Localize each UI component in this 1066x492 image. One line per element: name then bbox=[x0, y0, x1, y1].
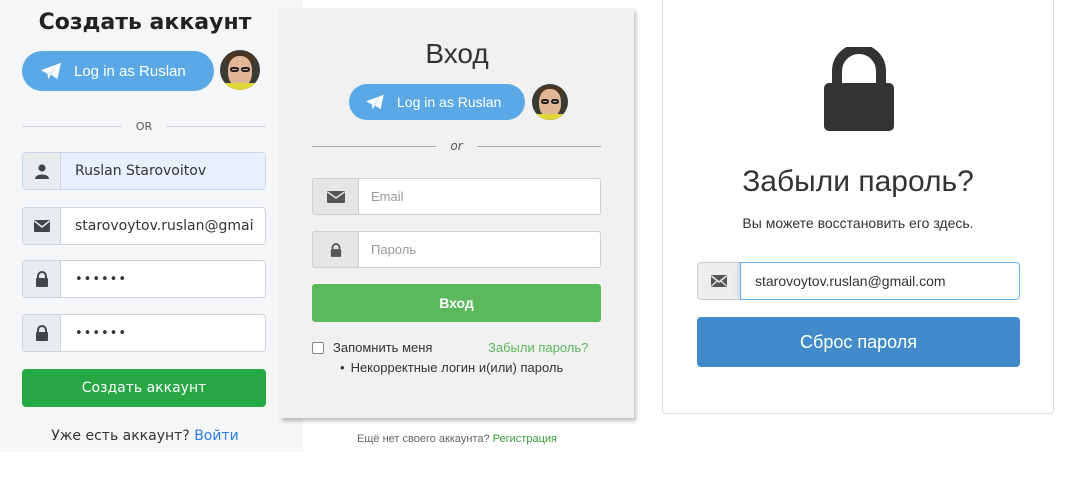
telegram-login-label: Log in as Ruslan bbox=[74, 62, 186, 80]
envelope-icon bbox=[697, 262, 740, 300]
or-divider: or bbox=[312, 139, 601, 153]
signup-panel: Создать аккаунт Log in as Ruslan OR Rusl… bbox=[0, 0, 303, 452]
user-icon bbox=[23, 153, 61, 189]
login-panel: Вход Log in as Ruslan or Email Пароль Вх… bbox=[280, 8, 634, 418]
telegram-login-button[interactable]: Log in as Ruslan bbox=[22, 51, 214, 91]
password-input-group: Пароль bbox=[312, 231, 601, 268]
login-link[interactable]: Войти bbox=[194, 428, 239, 444]
password-input-group: •••••• bbox=[22, 260, 266, 298]
telegram-plane-icon bbox=[41, 62, 61, 80]
reset-panel: Забыли пароль? Вы можете восстановить ег… bbox=[662, 0, 1054, 414]
avatar bbox=[220, 50, 260, 90]
register-link[interactable]: Регистрация bbox=[493, 433, 557, 445]
forgot-password-link[interactable]: Забыли пароль? bbox=[488, 340, 588, 355]
or-divider: OR bbox=[22, 120, 266, 133]
lock-icon bbox=[313, 232, 359, 267]
lock-icon bbox=[23, 315, 61, 351]
envelope-icon bbox=[313, 179, 359, 214]
telegram-login-label: Log in as Ruslan bbox=[397, 94, 502, 110]
confirm-password-input-group: •••••• bbox=[22, 314, 266, 352]
remember-me[interactable]: Запомнить меня bbox=[312, 340, 432, 355]
no-account-text: Ещё нет своего аккаунта? bbox=[357, 433, 490, 445]
email-input-group: Email bbox=[312, 178, 601, 215]
name-input-group: Ruslan Starovoitov bbox=[22, 152, 266, 190]
reset-title: Забыли пароль? bbox=[742, 165, 974, 198]
or-label: or bbox=[450, 139, 463, 153]
reset-email-field[interactable]: starovoytov.ruslan@gmail.com bbox=[740, 262, 1020, 300]
remember-checkbox[interactable] bbox=[312, 341, 324, 354]
password-input[interactable]: Пароль bbox=[359, 232, 600, 267]
confirm-password-field[interactable]: •••••• bbox=[61, 315, 265, 351]
login-title: Вход bbox=[425, 38, 489, 69]
email-input[interactable]: Email bbox=[359, 179, 600, 214]
telegram-login-button[interactable]: Log in as Ruslan bbox=[349, 84, 525, 120]
signup-title: Создать аккаунт bbox=[38, 10, 252, 35]
email-input-group: starovoytov.ruslan@gmai bbox=[22, 207, 266, 245]
have-account-text: Уже есть аккаунт? bbox=[51, 428, 190, 444]
telegram-plane-icon bbox=[366, 94, 384, 110]
avatar bbox=[532, 84, 568, 120]
padlock-icon bbox=[824, 47, 894, 131]
reset-subtitle: Вы можете восстановить его здесь. bbox=[742, 215, 974, 231]
error-message: Некорректные логин и(или) пароль bbox=[340, 360, 564, 375]
name-field[interactable]: Ruslan Starovoitov bbox=[61, 153, 265, 189]
create-account-button[interactable]: Создать аккаунт bbox=[22, 369, 266, 407]
password-field[interactable]: •••••• bbox=[61, 261, 265, 297]
reset-email-input-group: starovoytov.ruslan@gmail.com bbox=[697, 262, 1020, 300]
lock-icon bbox=[23, 261, 61, 297]
reset-password-button[interactable]: Сброс пароля bbox=[697, 317, 1020, 367]
login-button[interactable]: Вход bbox=[312, 284, 601, 322]
envelope-icon bbox=[23, 208, 61, 244]
no-account-row: Ещё нет своего аккаунта? Регистрация bbox=[280, 433, 634, 445]
remember-label: Запомнить меня bbox=[333, 340, 433, 355]
have-account-row: Уже есть аккаунт? Войти bbox=[0, 428, 290, 444]
email-field[interactable]: starovoytov.ruslan@gmai bbox=[61, 208, 265, 244]
or-label: OR bbox=[135, 120, 153, 133]
